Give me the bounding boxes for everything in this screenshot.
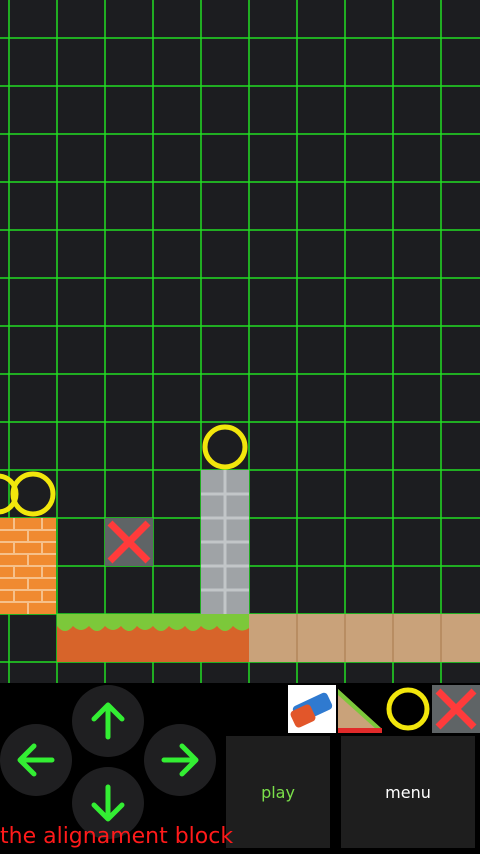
menu-button[interactable]: menu <box>341 736 475 848</box>
sand-ground[interactable] <box>249 614 480 662</box>
cross-tool[interactable] <box>432 685 480 733</box>
cross-marker[interactable] <box>105 518 153 566</box>
left-arrow-icon <box>17 743 55 777</box>
eraser-tool[interactable] <box>288 685 336 733</box>
down-arrow-icon <box>91 784 125 822</box>
right-arrow-icon <box>161 743 199 777</box>
grass-ground[interactable] <box>57 614 249 662</box>
eraser-icon <box>290 692 333 728</box>
right-button[interactable] <box>144 724 216 796</box>
ring-icon[interactable] <box>202 424 248 470</box>
stone-pillar[interactable] <box>201 470 249 614</box>
up-button[interactable] <box>72 685 144 757</box>
slope-tool[interactable] <box>336 685 384 733</box>
ring-icon <box>386 687 430 731</box>
slope-icon <box>338 689 382 733</box>
left-button[interactable] <box>0 724 72 796</box>
up-arrow-icon <box>91 702 125 740</box>
brick-block[interactable] <box>0 518 56 614</box>
cross-icon <box>435 688 477 730</box>
status-text: the alignament block <box>0 824 234 849</box>
ring-tool[interactable] <box>384 685 432 733</box>
ring-icon[interactable] <box>10 471 56 517</box>
level-grid[interactable] <box>0 0 480 683</box>
level-canvas[interactable] <box>0 0 480 683</box>
play-button[interactable]: play <box>226 736 330 848</box>
